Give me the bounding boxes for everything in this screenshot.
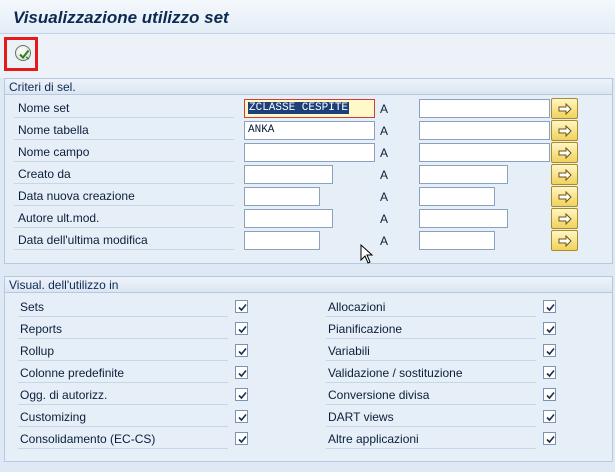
usage-label: Customizing (18, 407, 228, 427)
usage-checkbox[interactable] (235, 322, 248, 335)
usage-row: Validazione / sostituzione (326, 363, 559, 383)
usage-checkbox[interactable] (235, 300, 248, 313)
data-ultima-modifica-from-field[interactable] (244, 231, 320, 250)
nome-set-to-field[interactable] (419, 99, 550, 118)
data-nuova-creazione-to-field[interactable] (419, 187, 495, 206)
to-label: A (380, 190, 389, 204)
multiple-selection-button[interactable] (551, 142, 578, 163)
multiple-selection-button[interactable] (551, 120, 578, 141)
criteria-label: Nome tabella (14, 120, 234, 140)
usage-row: Altre applicazioni (326, 429, 559, 449)
usage-label: Allocazioni (326, 297, 536, 317)
usage-row: Colonne predefinite (18, 363, 251, 383)
multiple-selection-button[interactable] (551, 208, 578, 229)
usage-label: Colonne predefinite (18, 363, 228, 383)
criteria-label: Nome campo (14, 142, 234, 162)
usage-row: Variabili (326, 341, 559, 361)
usage-checkbox[interactable] (235, 366, 248, 379)
to-label: A (380, 124, 389, 138)
usage-label: Rollup (18, 341, 228, 361)
criteria-label: Data nuova creazione (14, 186, 234, 206)
criteria-row-autore-ult-mod: Autore ult.mod. A (14, 208, 597, 229)
usage-group-header: Visual. dell'utilizzo in (5, 277, 612, 293)
criteria-row-nome-campo: Nome campo A (14, 142, 597, 163)
usage-label: Variabili (326, 341, 536, 361)
usage-label: Validazione / sostituzione (326, 363, 536, 383)
execute-button[interactable] (15, 45, 31, 61)
usage-checkbox[interactable] (235, 432, 248, 445)
usage-row: Customizing (18, 407, 251, 427)
usage-row: Consolidamento (EC-CS) (18, 429, 251, 449)
nome-campo-from-field[interactable] (244, 143, 375, 162)
criteria-row-data-ultima-modifica: Data dell'ultima modifica A (14, 230, 597, 251)
usage-checkbox[interactable] (543, 432, 556, 445)
usage-row: Conversione divisa (326, 385, 559, 405)
usage-checkbox[interactable] (235, 410, 248, 423)
usage-row: Allocazioni (326, 297, 559, 317)
execute-highlight-box (4, 37, 38, 71)
usage-checkbox[interactable] (543, 344, 556, 357)
nome-tabella-from-field[interactable]: ANKA (244, 121, 375, 140)
usage-row: Rollup (18, 341, 251, 361)
to-label: A (380, 168, 389, 182)
autore-ult-mod-from-field[interactable] (244, 209, 333, 228)
criteria-row-nome-tabella: Nome tabella ANKA A (14, 120, 597, 141)
nome-set-from-value: ZCLASSE CESPITE (248, 102, 350, 114)
multiple-selection-button[interactable] (551, 230, 578, 251)
to-label: A (380, 102, 389, 116)
mouse-pointer-icon (360, 243, 374, 267)
nome-campo-to-field[interactable] (419, 143, 550, 162)
to-label: A (380, 234, 389, 248)
criteria-row-creato-da: Creato da A (14, 164, 597, 185)
usage-row: DART views (326, 407, 559, 427)
usage-label: Ogg. di autorizz. (18, 385, 228, 405)
criteria-row-data-nuova-creazione: Data nuova creazione A (14, 186, 597, 207)
usage-label: Pianificazione (326, 319, 536, 339)
criteria-row-nome-set: Nome set ZCLASSE CESPITE A (14, 98, 597, 119)
data-nuova-creazione-from-field[interactable] (244, 187, 320, 206)
usage-checkbox[interactable] (543, 388, 556, 401)
usage-label: Sets (18, 297, 228, 317)
usage-row: Sets (18, 297, 251, 317)
to-label: A (380, 146, 389, 160)
usage-checkbox[interactable] (235, 344, 248, 357)
to-label: A (380, 212, 389, 226)
title-bar: Visualizzazione utilizzo set (0, 0, 615, 34)
usage-checkbox[interactable] (543, 300, 556, 313)
nome-set-from-field[interactable]: ZCLASSE CESPITE (244, 99, 375, 118)
usage-label: Altre applicazioni (326, 429, 536, 449)
usage-label: DART views (326, 407, 536, 427)
multiple-selection-button[interactable] (551, 186, 578, 207)
usage-checkbox[interactable] (543, 410, 556, 423)
creato-da-to-field[interactable] (419, 165, 508, 184)
usage-row: Pianificazione (326, 319, 559, 339)
autore-ult-mod-to-field[interactable] (419, 209, 508, 228)
criteria-label: Data dell'ultima modifica (14, 230, 234, 250)
criteria-label: Nome set (14, 98, 234, 118)
usage-row: Reports (18, 319, 251, 339)
creato-da-from-field[interactable] (244, 165, 333, 184)
usage-checkbox[interactable] (543, 322, 556, 335)
usage-label: Conversione divisa (326, 385, 536, 405)
multiple-selection-button[interactable] (551, 164, 578, 185)
usage-label: Reports (18, 319, 228, 339)
data-ultima-modifica-to-field[interactable] (419, 231, 495, 250)
nome-tabella-to-field[interactable] (419, 121, 550, 140)
criteria-label: Autore ult.mod. (14, 208, 234, 228)
criteria-group-header: Criteri di sel. (5, 79, 612, 95)
usage-row: Ogg. di autorizz. (18, 385, 251, 405)
multiple-selection-button[interactable] (551, 98, 578, 119)
usage-label: Consolidamento (EC-CS) (18, 429, 228, 449)
usage-checkbox[interactable] (543, 366, 556, 379)
application-toolbar (0, 34, 615, 78)
usage-checkbox[interactable] (235, 388, 248, 401)
criteria-label: Creato da (14, 164, 234, 184)
page-title: Visualizzazione utilizzo set (13, 8, 229, 27)
